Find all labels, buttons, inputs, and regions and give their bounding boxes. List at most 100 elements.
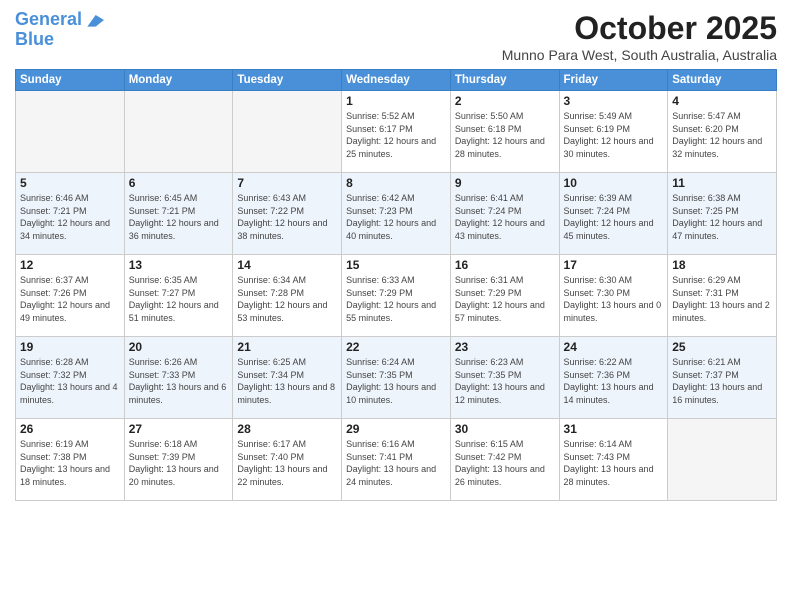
day-info: Sunrise: 6:37 AM Sunset: 7:26 PM Dayligh… [20,274,120,324]
weekday-header-row: SundayMondayTuesdayWednesdayThursdayFrid… [16,70,777,91]
calendar-cell: 21 Sunrise: 6:25 AM Sunset: 7:34 PM Dayli… [233,337,342,419]
page: General Blue October 2025 Munno Para Wes… [0,0,792,612]
day-number: 20 [129,340,229,354]
day-number: 31 [564,422,664,436]
calendar-cell: 6 Sunrise: 6:45 AM Sunset: 7:21 PM Daylig… [124,173,233,255]
calendar-cell: 23Sunrise: 6:23 AM Sunset: 7:35 PM Dayli… [450,337,559,419]
day-info: Sunrise: 6:46 AM Sunset: 7:21 PM Dayligh… [20,192,120,242]
calendar-week-row: 19Sunrise: 6:28 AM Sunset: 7:32 PM Dayli… [16,337,777,419]
day-number: 10 [564,176,664,190]
day-number: 25 [672,340,772,354]
day-info: Sunrise: 6:22 AM Sunset: 7:36 PM Dayligh… [564,356,664,406]
day-info: Sunrise: 6:19 AM Sunset: 7:38 PM Dayligh… [20,438,120,488]
calendar-cell: 24 Sunrise: 6:22 AM Sunset: 7:36 PM Dayli… [559,337,668,419]
day-number: 9 [455,176,555,190]
day-info: Sunrise: 6:14 AM Sunset: 7:43 PM Dayligh… [564,438,664,488]
calendar-cell: 14 Sunrise: 6:34 AM Sunset: 7:28 PM Dayli… [233,255,342,337]
day-number: 8 [346,176,446,190]
weekday-header-sunday: Sunday [16,70,125,91]
calendar-cell: 10 Sunrise: 6:39 AM Sunset: 7:24 PM Dayli… [559,173,668,255]
day-number: 21 [237,340,337,354]
weekday-header-monday: Monday [124,70,233,91]
calendar-cell: 20 Sunrise: 6:26 AM Sunset: 7:33 PM Dayli… [124,337,233,419]
header: General Blue October 2025 Munno Para Wes… [15,10,777,63]
logo-text: General [15,10,82,30]
day-info: Sunrise: 5:52 AM Sunset: 6:17 PM Dayligh… [346,110,446,160]
weekday-header-thursday: Thursday [450,70,559,91]
calendar-cell: 1 Sunrise: 5:52 AM Sunset: 6:17 PM Daylig… [342,91,451,173]
day-info: Sunrise: 6:17 AM Sunset: 7:40 PM Dayligh… [237,438,337,488]
day-info: Sunrise: 5:49 AM Sunset: 6:19 PM Dayligh… [564,110,664,160]
calendar-cell: 13 Sunrise: 6:35 AM Sunset: 7:27 PM Dayli… [124,255,233,337]
calendar-cell [233,91,342,173]
day-info: Sunrise: 6:29 AM Sunset: 7:31 PM Dayligh… [672,274,772,324]
calendar-cell: 8 Sunrise: 6:42 AM Sunset: 7:23 PM Daylig… [342,173,451,255]
day-number: 2 [455,94,555,108]
logo-icon [84,10,104,30]
calendar-cell: 15Sunrise: 6:33 AM Sunset: 7:29 PM Dayli… [342,255,451,337]
day-number: 6 [129,176,229,190]
day-info: Sunrise: 6:26 AM Sunset: 7:33 PM Dayligh… [129,356,229,406]
calendar-cell: 18 Sunrise: 6:29 AM Sunset: 7:31 PM Dayli… [668,255,777,337]
day-number: 28 [237,422,337,436]
day-info: Sunrise: 6:16 AM Sunset: 7:41 PM Dayligh… [346,438,446,488]
calendar-cell: 5 Sunrise: 6:46 AM Sunset: 7:21 PM Daylig… [16,173,125,255]
day-number: 5 [20,176,120,190]
calendar-week-row: 5 Sunrise: 6:46 AM Sunset: 7:21 PM Daylig… [16,173,777,255]
day-info: Sunrise: 6:25 AM Sunset: 7:34 PM Dayligh… [237,356,337,406]
day-number: 14 [237,258,337,272]
day-number: 22 [346,340,446,354]
day-number: 26 [20,422,120,436]
calendar-cell: 25 Sunrise: 6:21 AM Sunset: 7:37 PM Dayli… [668,337,777,419]
location-title: Munno Para West, South Australia, Austra… [502,47,777,63]
day-info: Sunrise: 6:15 AM Sunset: 7:42 PM Dayligh… [455,438,555,488]
day-info: Sunrise: 6:35 AM Sunset: 7:27 PM Dayligh… [129,274,229,324]
day-info: Sunrise: 6:43 AM Sunset: 7:22 PM Dayligh… [237,192,337,242]
day-number: 18 [672,258,772,272]
day-number: 16 [455,258,555,272]
day-number: 13 [129,258,229,272]
calendar-cell: 27 Sunrise: 6:18 AM Sunset: 7:39 PM Dayli… [124,419,233,501]
calendar-cell: 30 Sunrise: 6:15 AM Sunset: 7:42 PM Dayli… [450,419,559,501]
day-number: 23 [455,340,555,354]
calendar-cell: 22Sunrise: 6:24 AM Sunset: 7:35 PM Dayli… [342,337,451,419]
logo: General Blue [15,10,104,50]
calendar-cell: 11 Sunrise: 6:38 AM Sunset: 7:25 PM Dayli… [668,173,777,255]
calendar-cell: 28 Sunrise: 6:17 AM Sunset: 7:40 PM Dayli… [233,419,342,501]
day-info: Sunrise: 6:28 AM Sunset: 7:32 PM Dayligh… [20,356,120,406]
day-info: Sunrise: 5:50 AM Sunset: 6:18 PM Dayligh… [455,110,555,160]
calendar-table: SundayMondayTuesdayWednesdayThursdayFrid… [15,69,777,501]
day-info: Sunrise: 6:31 AM Sunset: 7:29 PM Dayligh… [455,274,555,324]
day-info: Sunrise: 6:45 AM Sunset: 7:21 PM Dayligh… [129,192,229,242]
day-info: Sunrise: 6:42 AM Sunset: 7:23 PM Dayligh… [346,192,446,242]
day-number: 29 [346,422,446,436]
day-number: 3 [564,94,664,108]
calendar-cell: 4Sunrise: 5:47 AM Sunset: 6:20 PM Daylig… [668,91,777,173]
day-info: Sunrise: 6:34 AM Sunset: 7:28 PM Dayligh… [237,274,337,324]
day-number: 30 [455,422,555,436]
month-title: October 2025 [502,10,777,47]
calendar-cell: 7 Sunrise: 6:43 AM Sunset: 7:22 PM Daylig… [233,173,342,255]
weekday-header-friday: Friday [559,70,668,91]
day-number: 1 [346,94,446,108]
day-number: 7 [237,176,337,190]
calendar-cell [16,91,125,173]
day-number: 24 [564,340,664,354]
day-number: 11 [672,176,772,190]
weekday-header-saturday: Saturday [668,70,777,91]
day-number: 27 [129,422,229,436]
day-info: Sunrise: 6:33 AM Sunset: 7:29 PM Dayligh… [346,274,446,324]
calendar-cell: 9Sunrise: 6:41 AM Sunset: 7:24 PM Daylig… [450,173,559,255]
weekday-header-wednesday: Wednesday [342,70,451,91]
day-info: Sunrise: 6:38 AM Sunset: 7:25 PM Dayligh… [672,192,772,242]
day-info: Sunrise: 6:39 AM Sunset: 7:24 PM Dayligh… [564,192,664,242]
day-number: 17 [564,258,664,272]
day-info: Sunrise: 6:21 AM Sunset: 7:37 PM Dayligh… [672,356,772,406]
calendar-week-row: 1 Sunrise: 5:52 AM Sunset: 6:17 PM Daylig… [16,91,777,173]
calendar-cell: 12Sunrise: 6:37 AM Sunset: 7:26 PM Dayli… [16,255,125,337]
title-block: October 2025 Munno Para West, South Aust… [502,10,777,63]
day-info: Sunrise: 6:18 AM Sunset: 7:39 PM Dayligh… [129,438,229,488]
day-number: 4 [672,94,772,108]
calendar-cell: 2 Sunrise: 5:50 AM Sunset: 6:18 PM Daylig… [450,91,559,173]
weekday-header-tuesday: Tuesday [233,70,342,91]
